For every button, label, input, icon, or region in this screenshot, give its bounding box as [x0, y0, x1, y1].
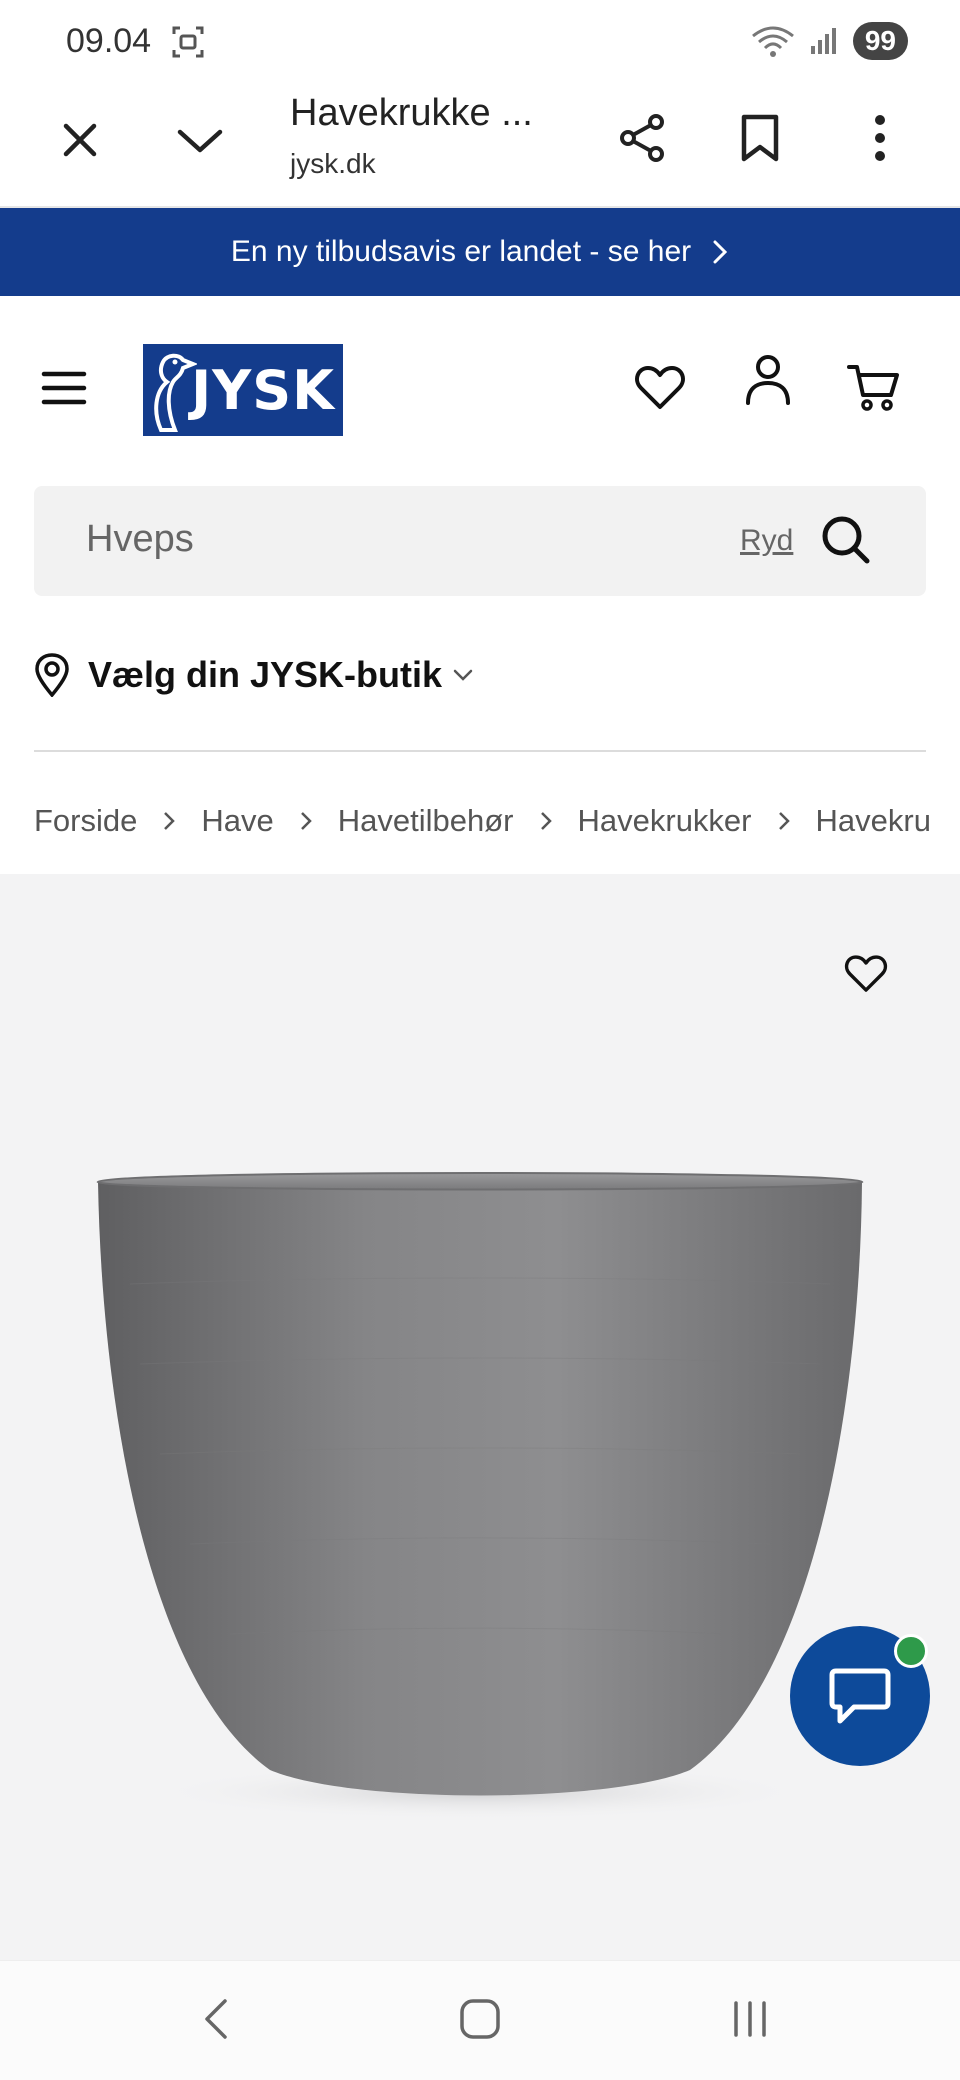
- chevron-down-icon: [177, 129, 223, 153]
- signal-icon: [810, 28, 836, 54]
- account-icon: [746, 355, 790, 405]
- add-to-wishlist-button[interactable]: [836, 944, 896, 1004]
- recent-apps-icon: [734, 2001, 766, 2037]
- more-vert-icon: [875, 115, 885, 161]
- breadcrumb-item[interactable]: Havekrukker: [578, 803, 752, 839]
- wishlist-button[interactable]: [628, 356, 692, 420]
- home-icon: [460, 1999, 500, 2039]
- page-domain: jysk.dk: [290, 148, 376, 179]
- online-status-dot: [894, 1634, 928, 1668]
- chevron-right-icon: [300, 811, 312, 831]
- cart-button[interactable]: [842, 356, 906, 420]
- breadcrumb: Forside Have Havetilbehør Havekrukker Ha…: [34, 796, 960, 846]
- bookmark-button[interactable]: [728, 106, 792, 170]
- status-bar: 09.04 99: [0, 0, 960, 80]
- recent-apps-button[interactable]: [720, 1989, 780, 2049]
- search-clear-link[interactable]: Ryd: [740, 524, 793, 558]
- back-button[interactable]: [186, 1989, 246, 2049]
- menu-button[interactable]: [36, 360, 92, 416]
- page-title: Havekrukke ...: [290, 92, 533, 134]
- home-button[interactable]: [450, 1989, 510, 2049]
- cart-icon: [847, 365, 899, 411]
- breadcrumb-item[interactable]: Havetilbehør: [338, 803, 514, 839]
- search-input[interactable]: Hveps: [86, 518, 194, 561]
- battery-badge: 99: [852, 22, 908, 60]
- chevron-right-icon: [540, 811, 552, 831]
- goose-logo-icon: [154, 353, 197, 432]
- heart-icon: [635, 366, 685, 409]
- chat-bubble-icon: [829, 1668, 891, 1724]
- bookmark-icon: [741, 114, 779, 162]
- chevron-down-icon: [453, 669, 473, 681]
- wifi-icon: [751, 26, 794, 57]
- browser-toolbar: Havekrukke ... jysk.dk: [0, 80, 960, 208]
- chevron-right-icon: [163, 811, 176, 831]
- promo-banner[interactable]: En ny tilbudsavis er landet - se her: [0, 208, 960, 296]
- share-button[interactable]: [610, 106, 674, 170]
- close-icon: [63, 123, 97, 157]
- minimize-button[interactable]: [172, 112, 228, 168]
- account-button[interactable]: [736, 348, 800, 412]
- back-icon: [205, 1999, 227, 2039]
- product-image-planter: [96, 1172, 864, 1820]
- site-header: JYSK: [0, 296, 960, 482]
- status-time: 09.04: [66, 22, 152, 60]
- chevron-right-icon: [778, 811, 790, 831]
- screenshot-icon: [172, 26, 204, 58]
- store-label: Vælg din JYSK-butik: [88, 654, 443, 695]
- menu-icon: [41, 371, 87, 405]
- heart-icon: [844, 955, 888, 992]
- share-icon: [620, 114, 664, 162]
- search-icon[interactable]: [820, 514, 872, 566]
- system-nav-bar: [0, 1960, 960, 2080]
- logo-text: JYSK: [191, 358, 335, 422]
- product-image-gallery[interactable]: [0, 874, 960, 1960]
- more-menu-button[interactable]: [848, 106, 912, 170]
- jysk-logo[interactable]: JYSK: [143, 344, 343, 436]
- location-pin-icon: [35, 653, 69, 697]
- breadcrumb-item-current: Havekru: [815, 803, 931, 838]
- promo-text: En ny tilbudsavis er landet - se her: [230, 235, 692, 268]
- breadcrumb-item[interactable]: Forside: [34, 803, 137, 839]
- breadcrumb-item[interactable]: Have: [201, 803, 273, 839]
- divider: [34, 750, 926, 752]
- search-field[interactable]: Hveps Ryd: [34, 486, 926, 596]
- chevron-right-icon: [713, 240, 728, 264]
- store-selector[interactable]: Vælg din JYSK-butik: [34, 640, 474, 710]
- close-tab-button[interactable]: [52, 112, 108, 168]
